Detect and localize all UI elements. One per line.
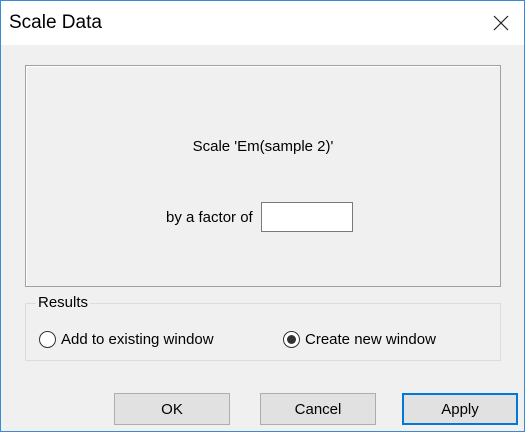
radio-label: Add to existing window — [61, 331, 214, 348]
radio-label: Create new window — [305, 331, 436, 348]
radio-add-to-existing-window[interactable]: Add to existing window — [39, 331, 214, 348]
cancel-button[interactable]: Cancel — [260, 393, 376, 425]
scale-description: Scale 'Em(sample 2)' — [192, 138, 334, 155]
radio-selected-icon — [283, 331, 300, 348]
ok-button[interactable]: OK — [114, 393, 230, 425]
radio-dot — [287, 335, 296, 344]
radio-create-new-window[interactable]: Create new window — [283, 331, 436, 348]
apply-button[interactable]: Apply — [402, 393, 518, 425]
factor-label: by a factor of — [166, 208, 253, 226]
title-bar: Scale Data — [1, 1, 524, 45]
close-icon — [493, 15, 509, 31]
radio-unselected-icon — [39, 331, 56, 348]
factor-row: by a factor of — [166, 202, 353, 232]
scale-data-dialog: Scale Data Scale 'Em(sample 2)' by a fac… — [0, 0, 525, 432]
scale-panel: Scale 'Em(sample 2)' by a factor of — [25, 65, 501, 287]
results-group: Results Add to existing window Create ne… — [25, 294, 501, 361]
factor-input[interactable] — [260, 202, 353, 232]
dialog-title: Scale Data — [9, 12, 102, 33]
close-button[interactable] — [478, 1, 524, 45]
results-legend: Results — [36, 294, 91, 311]
